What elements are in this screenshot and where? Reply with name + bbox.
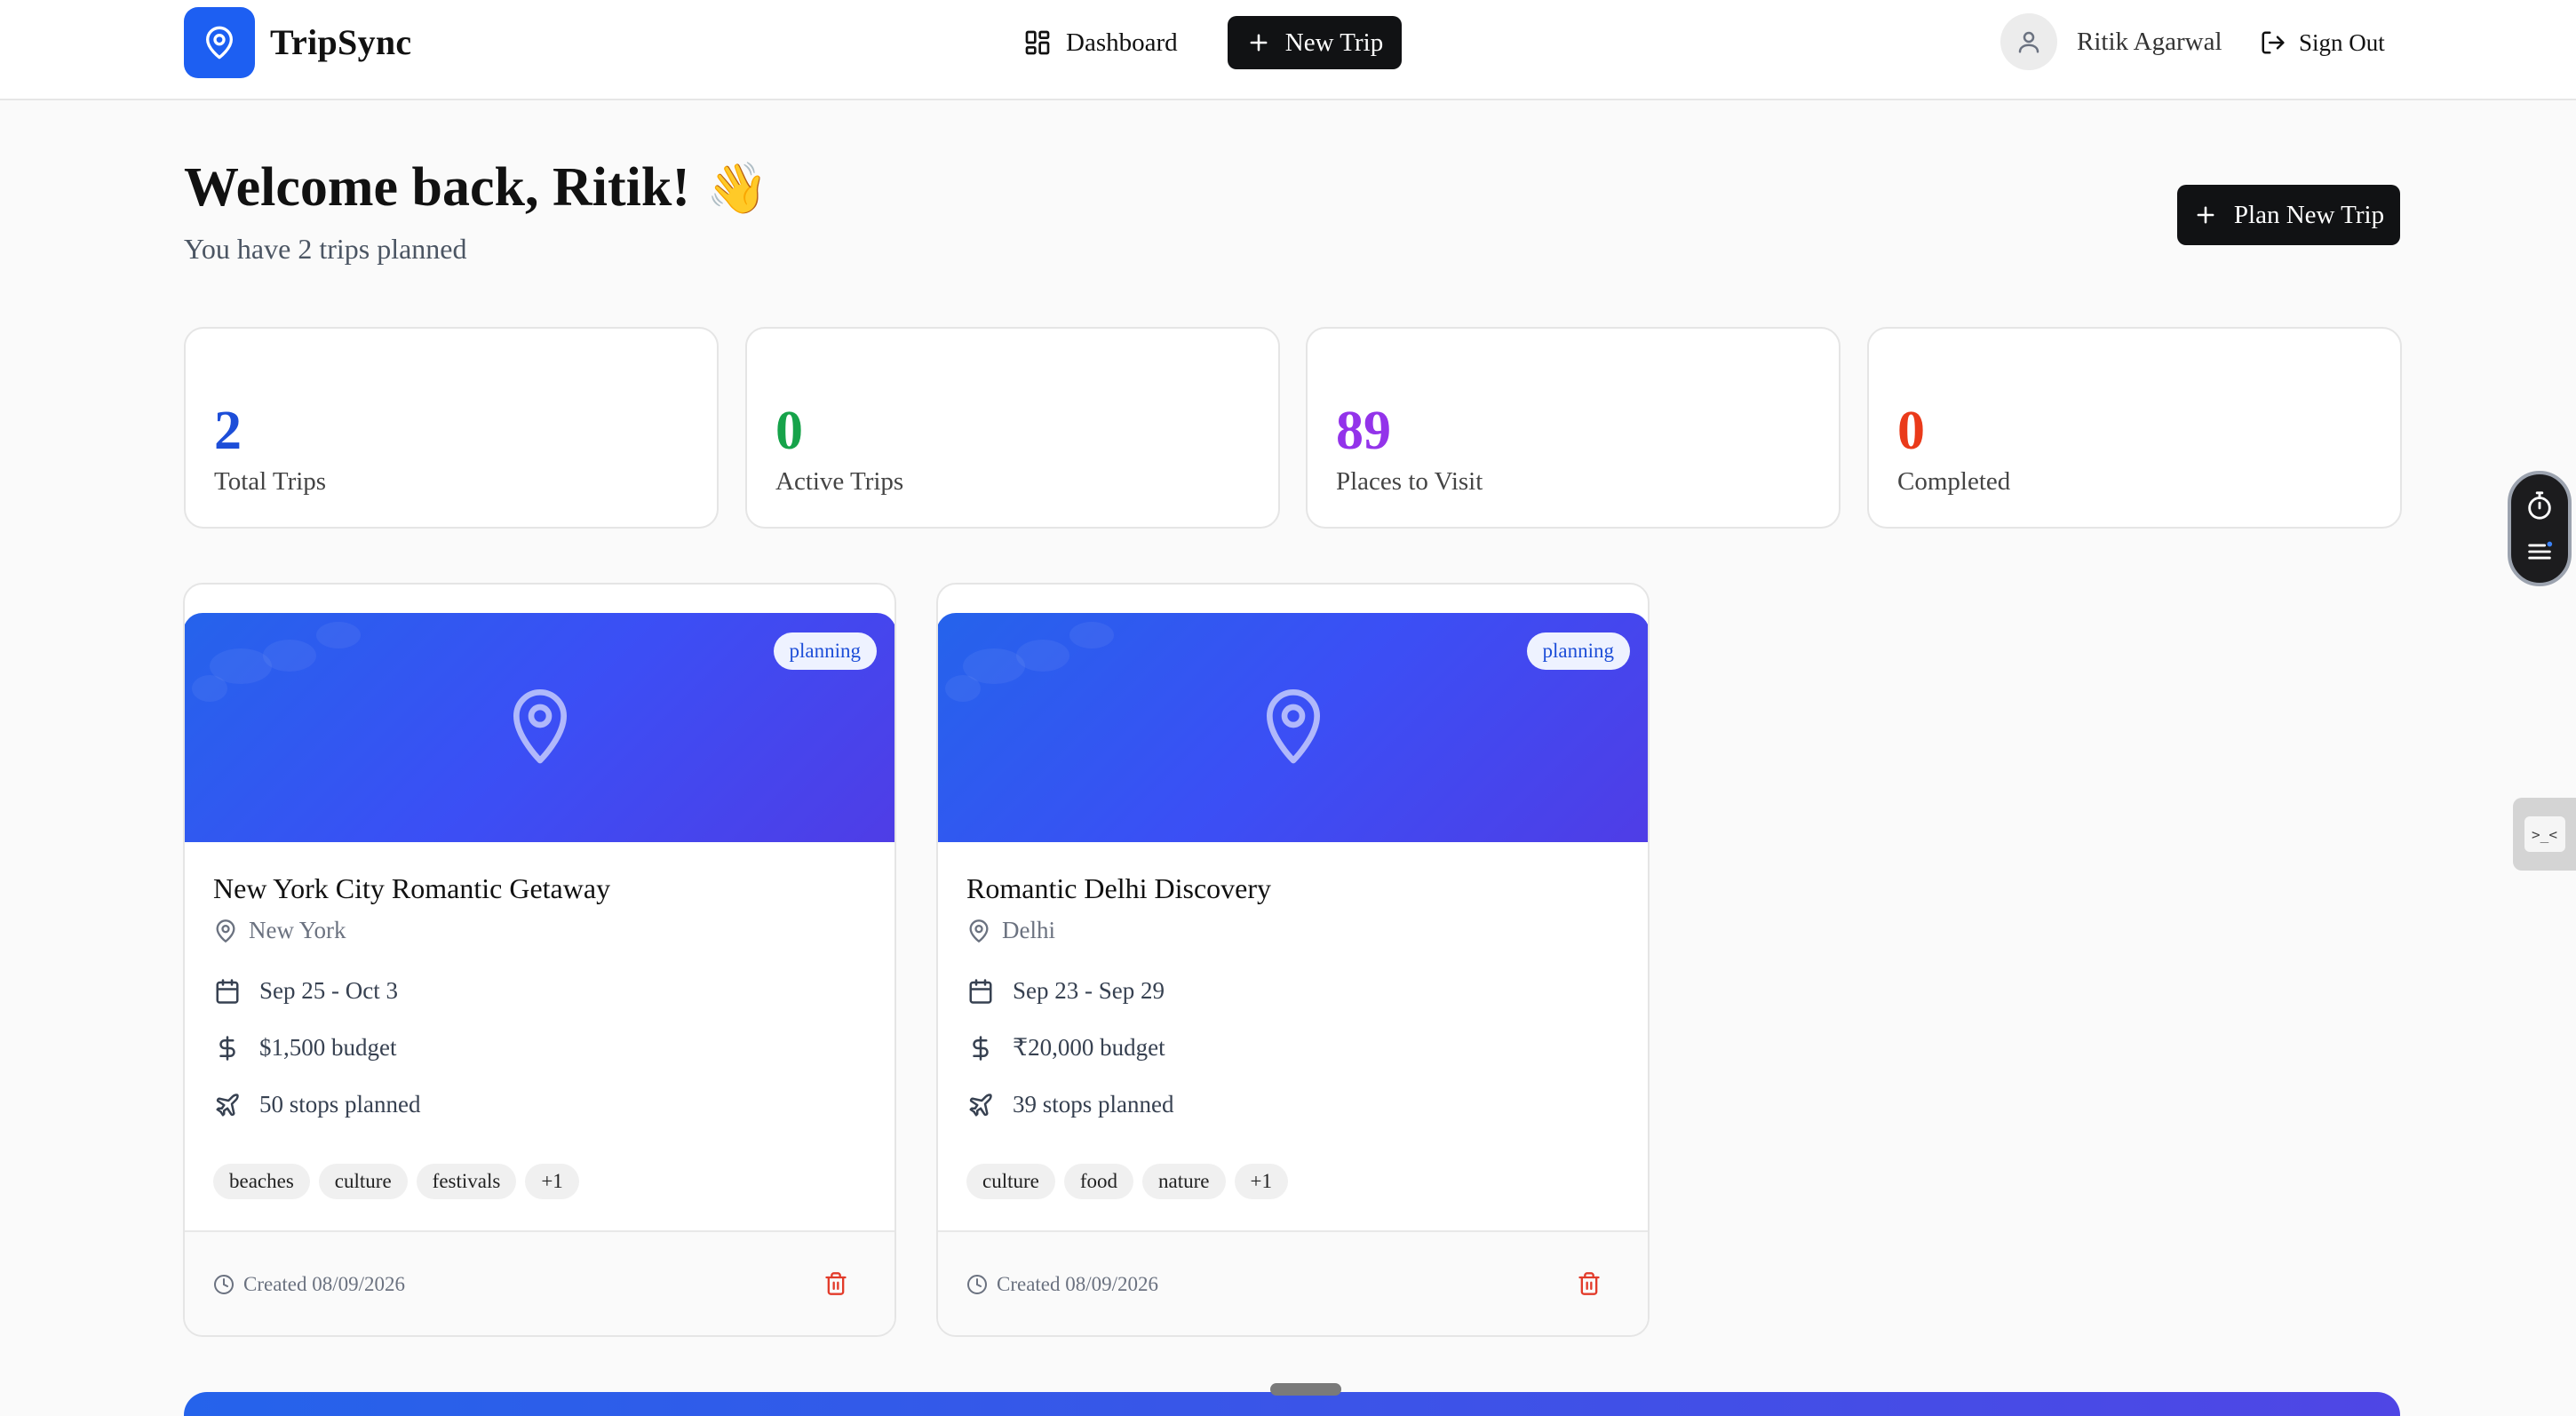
map-pin-icon <box>1267 689 1320 764</box>
tag: nature <box>1142 1164 1226 1199</box>
stat-value: 89 <box>1336 401 1391 461</box>
bottom-promo-banner <box>184 1392 2400 1416</box>
dollar-sign-icon <box>973 1035 989 1061</box>
trip-location: New York <box>213 917 346 944</box>
dashboard-grid-icon <box>1025 30 1050 55</box>
trip-budget: $1,500 budget <box>213 1034 397 1062</box>
trip-card[interactable]: planning New York City Romantic Getaway … <box>183 583 896 1337</box>
tag: culture <box>966 1164 1055 1199</box>
plan-new-trip-button[interactable]: Plan New Trip <box>2177 185 2400 245</box>
trip-location: Delhi <box>966 917 1055 944</box>
trip-created: Created 08/09/2026 <box>966 1273 1158 1296</box>
stat-label: Places to Visit <box>1336 467 1483 496</box>
plan-new-trip-label: Plan New Trip <box>2233 200 2385 229</box>
trip-location-label: Delhi <box>1002 917 1055 943</box>
trip-card-banner: planning <box>938 613 1648 842</box>
menu-icon[interactable] <box>2524 537 2555 567</box>
trash-icon[interactable] <box>823 1271 848 1296</box>
app-logo[interactable] <box>184 7 255 78</box>
tag-more[interactable]: +1 <box>1234 1164 1288 1199</box>
trash-icon[interactable] <box>1577 1271 1602 1296</box>
stat-card-places-to-visit: 89 Places to Visit <box>1306 327 1841 529</box>
calendar-icon <box>969 978 992 1004</box>
status-badge: planning <box>1526 632 1630 670</box>
tag: food <box>1063 1164 1134 1199</box>
stat-card-total-trips: 2 Total Trips <box>184 327 719 529</box>
page-title: Welcome back, Ritik! 👋 <box>184 156 768 219</box>
stat-value: 0 <box>775 401 803 461</box>
plus-icon <box>1250 34 1268 52</box>
trip-title[interactable]: Romantic Delhi Discovery <box>966 872 1271 905</box>
user-icon <box>2018 31 2039 53</box>
clock-icon <box>214 1275 234 1294</box>
scroll-handle[interactable] <box>1270 1383 1341 1396</box>
trip-budget-label: $1,500 budget <box>259 1034 397 1061</box>
map-pin-icon <box>206 26 233 60</box>
plane-icon <box>216 1093 239 1116</box>
tag: festivals <box>416 1164 517 1199</box>
trip-title[interactable]: New York City Romantic Getaway <box>213 872 610 905</box>
status-badge: planning <box>773 632 877 670</box>
trip-card-footer: Created 08/09/2026 <box>185 1230 894 1335</box>
trip-created: Created 08/09/2026 <box>213 1273 405 1296</box>
trip-stops-label: 50 stops planned <box>259 1091 421 1118</box>
sign-out-button[interactable]: Sign Out <box>2260 21 2385 64</box>
tag-more[interactable]: +1 <box>525 1164 579 1199</box>
trip-tags: beaches culture festivals +1 <box>213 1164 579 1199</box>
app-name[interactable]: TripSync <box>270 21 411 63</box>
trip-dates: Sep 23 - Sep 29 <box>966 977 1165 1005</box>
avatar <box>2000 13 2057 70</box>
waving-hand-emoji: 👋 <box>706 161 768 217</box>
trip-card-footer: Created 08/09/2026 <box>938 1230 1648 1335</box>
tag: culture <box>318 1164 408 1199</box>
trip-location-label: New York <box>249 917 346 943</box>
nav-dashboard-link[interactable]: Dashboard <box>1023 21 1178 64</box>
clock-icon <box>967 1275 987 1294</box>
tag: beaches <box>213 1164 310 1199</box>
trip-stops: 50 stops planned <box>213 1091 421 1118</box>
nav-new-trip-button[interactable]: New Trip <box>1228 16 1402 69</box>
nav-new-trip-label: New Trip <box>1284 28 1384 57</box>
trip-budget: ₹20,000 budget <box>966 1034 1165 1062</box>
stat-card-active-trips: 0 Active Trips <box>745 327 1280 529</box>
trip-stops-label: 39 stops planned <box>1013 1091 1174 1118</box>
assistant-face-icon: >_< <box>2524 816 2565 852</box>
trip-budget-label: ₹20,000 budget <box>1013 1034 1165 1061</box>
user-profile[interactable]: Ritik Agarwal <box>2000 13 2222 70</box>
map-pin-icon <box>216 919 235 943</box>
nav-dashboard-label: Dashboard <box>1066 28 1178 57</box>
log-out-icon <box>2262 31 2285 54</box>
floating-toolbar <box>2508 471 2572 586</box>
plus-icon <box>2197 206 2214 224</box>
sign-out-label: Sign Out <box>2299 28 2385 56</box>
stat-label: Total Trips <box>214 467 327 496</box>
stat-card-completed: 0 Completed <box>1867 327 2402 529</box>
trip-card[interactable]: planning Romantic Delhi Discovery Delhi … <box>936 583 1650 1337</box>
stat-label: Completed <box>1897 467 2011 496</box>
stat-value: 2 <box>214 401 242 461</box>
side-assistant-tab[interactable]: >_< <box>2513 798 2576 871</box>
dollar-sign-icon <box>219 1035 235 1061</box>
trip-created-label: Created 08/09/2026 <box>243 1273 406 1295</box>
stat-label: Active Trips <box>775 467 904 496</box>
trip-dates: Sep 25 - Oct 3 <box>213 977 398 1005</box>
trip-dates-label: Sep 25 - Oct 3 <box>259 977 398 1004</box>
calendar-icon <box>216 978 239 1004</box>
welcome-heading: Welcome back, Ritik! <box>184 157 690 218</box>
user-name: Ritik Agarwal <box>2077 27 2222 56</box>
trips-summary-text: You have 2 trips planned <box>184 233 467 265</box>
top-navigation-bar: TripSync Dashboard New Trip Ritik Agarwa… <box>0 0 2576 100</box>
stat-value: 0 <box>1897 401 1925 461</box>
stopwatch-icon[interactable] <box>2524 490 2555 521</box>
map-pin-icon <box>513 689 567 764</box>
trip-tags: culture food nature +1 <box>966 1164 1288 1199</box>
trip-stops: 39 stops planned <box>966 1091 1174 1118</box>
trip-card-banner: planning <box>185 613 894 842</box>
plane-icon <box>969 1093 992 1116</box>
map-pin-icon <box>969 919 989 943</box>
trip-created-label: Created 08/09/2026 <box>997 1273 1159 1295</box>
trip-dates-label: Sep 23 - Sep 29 <box>1013 977 1165 1004</box>
